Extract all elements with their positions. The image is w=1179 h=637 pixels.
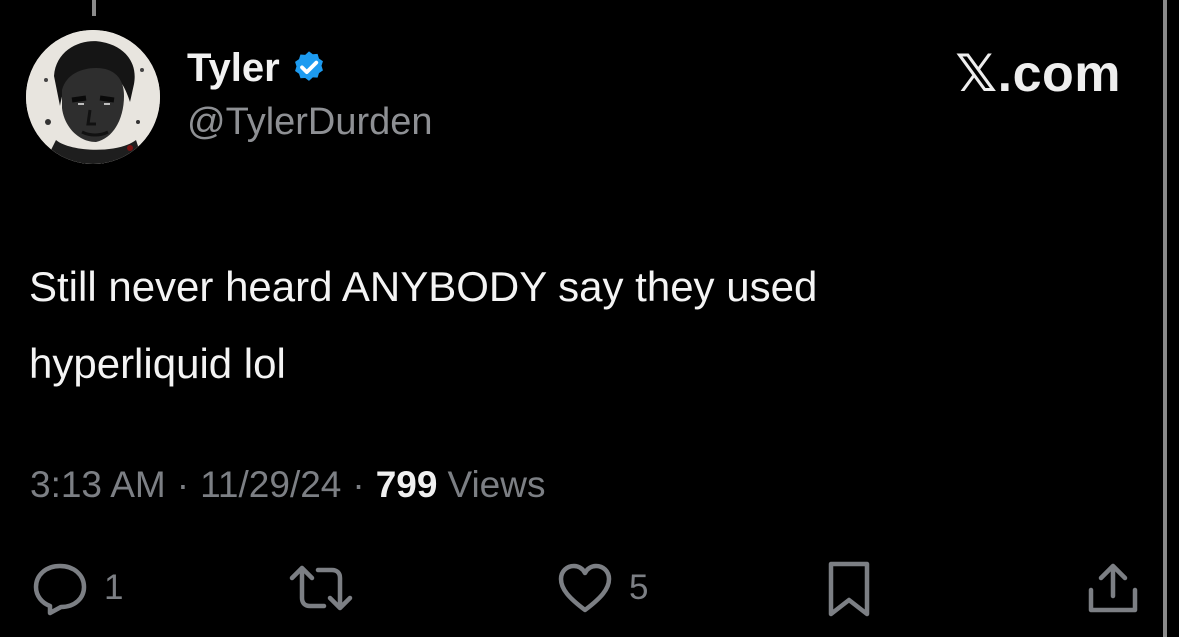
like-button[interactable]: 5 — [555, 560, 648, 616]
repost-icon — [286, 560, 356, 616]
author-handle[interactable]: @TylerDurden — [187, 103, 433, 141]
heart-icon — [555, 560, 615, 616]
share-button[interactable] — [1083, 560, 1143, 616]
bookmark-button[interactable] — [823, 560, 875, 618]
tweet-text: Still never heard ANYBODY say they used … — [29, 248, 1109, 402]
share-icon — [1083, 560, 1143, 616]
reply-icon — [30, 560, 90, 616]
thread-connector-line — [92, 0, 96, 16]
author-display-name[interactable]: Tyler — [187, 48, 280, 88]
meta-separator: · — [352, 464, 365, 505]
avatar[interactable] — [26, 30, 160, 164]
author-name-row: Tyler — [187, 48, 328, 88]
tweet-text-line-1: Still never heard ANYBODY say they used — [29, 263, 818, 310]
tweet-time[interactable]: 3:13 AM — [30, 464, 166, 505]
bookmark-icon — [823, 560, 875, 618]
scrollbar[interactable] — [1163, 0, 1167, 637]
views-count: 799 — [375, 464, 438, 505]
x-com-brand-logo: 𝕏.com — [955, 45, 1121, 103]
reply-count: 1 — [104, 568, 124, 607]
repost-button[interactable] — [286, 560, 356, 616]
verified-badge-icon — [290, 49, 328, 87]
views-label: Views — [447, 464, 546, 505]
tweet-text-line-2: hyperliquid lol — [29, 340, 286, 387]
like-count: 5 — [629, 568, 649, 607]
reply-button[interactable]: 1 — [30, 560, 123, 616]
tweet-metadata: 3:13 AM · 11/29/24 · 799 Views — [30, 466, 545, 503]
meta-separator: · — [176, 464, 190, 505]
tweet-date[interactable]: 11/29/24 — [200, 464, 341, 505]
